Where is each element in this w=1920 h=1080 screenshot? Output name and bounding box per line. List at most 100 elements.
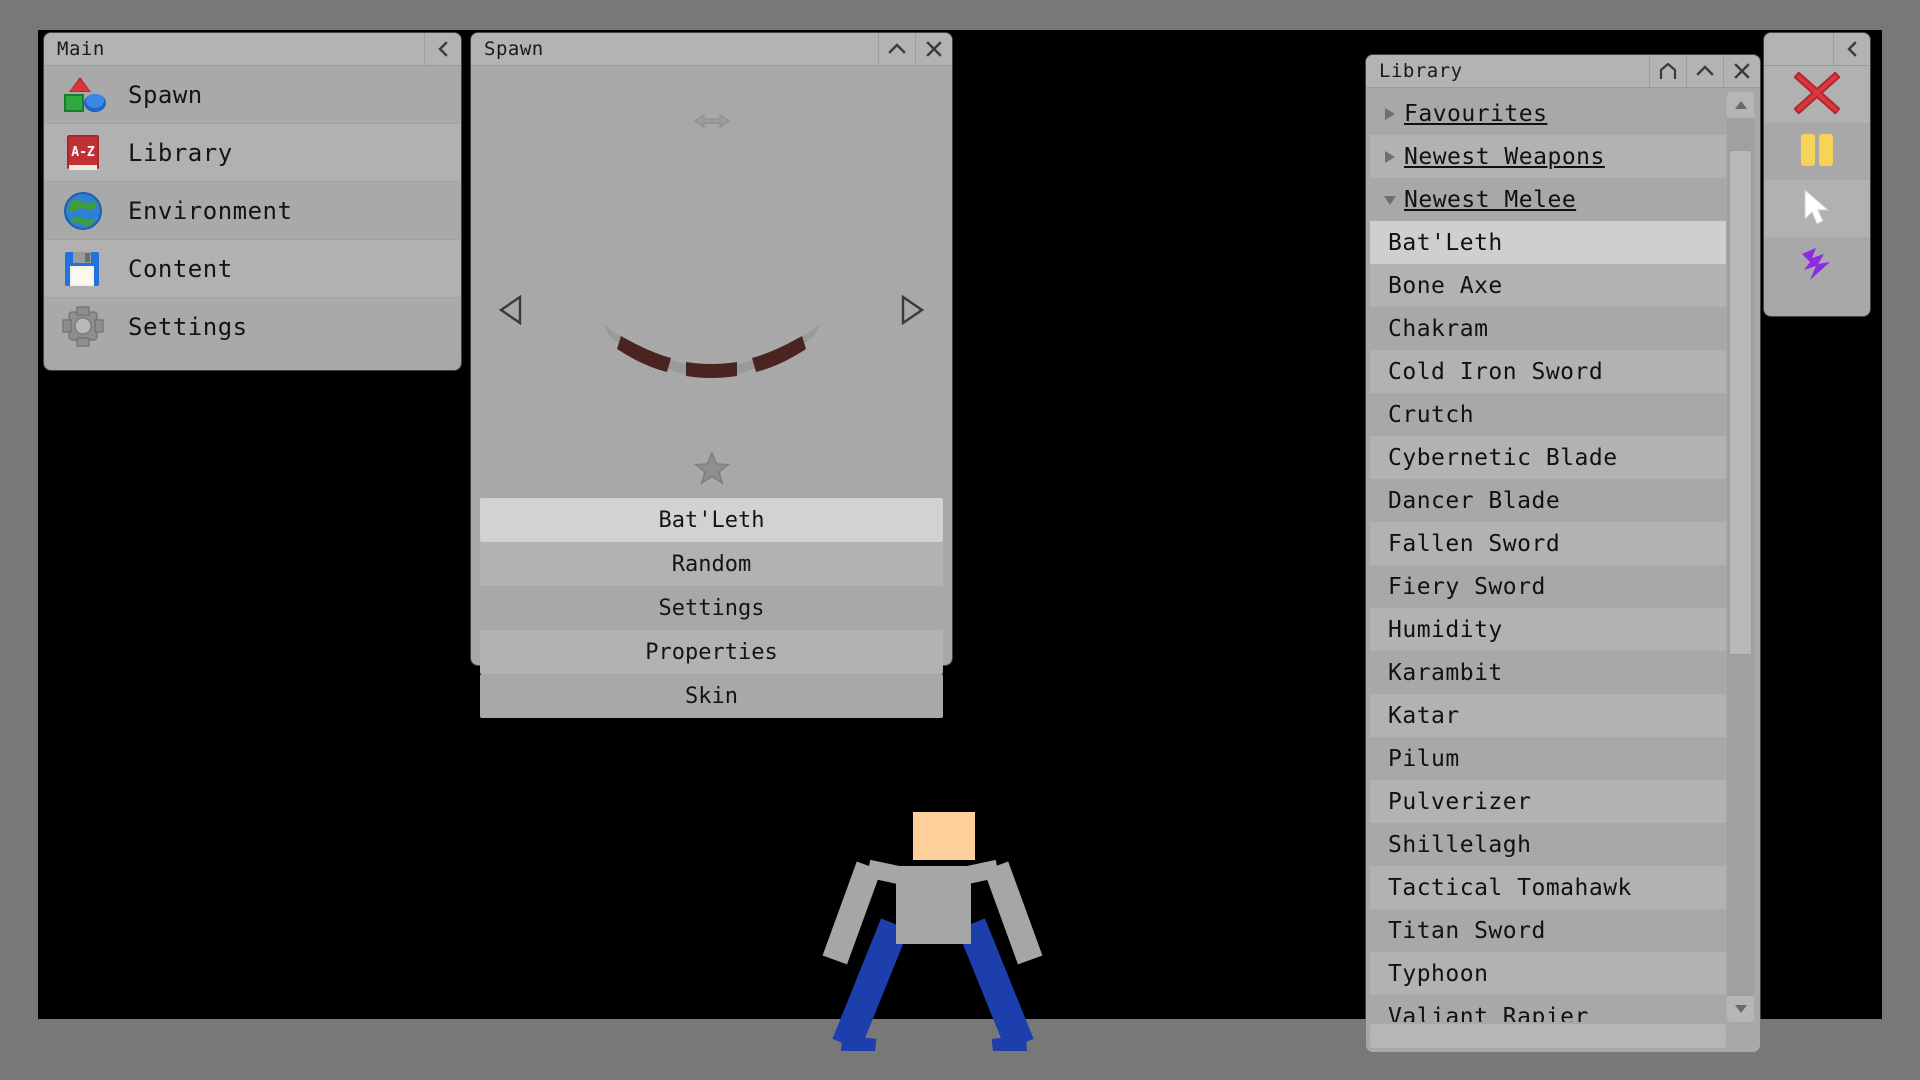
triangle-left-icon [498,294,522,326]
close-x-icon [1734,63,1750,79]
character-foot-left [837,1035,877,1051]
gear-icon [60,305,112,349]
list-item[interactable]: Fiery Sword [1370,565,1726,608]
tool-panel-title [1764,33,1833,65]
list-item[interactable]: Pilum [1370,737,1726,780]
list-item[interactable]: Valiant Rapier [1370,995,1726,1023]
spawn-button-settings[interactable]: Settings [480,586,943,630]
previous-item-button[interactable] [497,294,527,326]
list-item[interactable]: Typhoon [1370,952,1726,995]
main-collapse-button[interactable] [424,33,461,65]
book-a-z-icon: A-Z [60,131,112,175]
list-item[interactable]: Cold Iron Sword [1370,350,1726,393]
triangle-right-icon[interactable] [1376,149,1404,165]
scrollbar-thumb[interactable] [1729,150,1752,655]
home-icon [1659,62,1677,79]
library-panel-titlebar[interactable]: Library [1366,55,1760,88]
spawn-minimize-button[interactable] [878,33,915,65]
spawn-action-buttons: Bat'Leth Random Settings Properties Skin [480,498,943,718]
spawn-panel-body: Bat'Leth Random Settings Properties Skin [471,66,952,718]
spawn-button-skin[interactable]: Skin [480,674,943,718]
scrollbar-up-button[interactable] [1727,92,1754,118]
list-item[interactable]: Pulverizer [1370,780,1726,823]
list-item[interactable]: Crutch [1370,393,1726,436]
list-item[interactable]: Humidity [1370,608,1726,651]
tool-collapse-button[interactable] [1833,33,1870,65]
main-item-environment[interactable]: Environment [44,182,461,240]
spawn-panel-title: Spawn [484,38,544,60]
scrollbar-down-button[interactable] [1727,996,1754,1022]
main-item-label: Settings [128,313,248,341]
triangle-right-icon[interactable] [1376,106,1404,122]
list-item[interactable]: Bat'Leth [1370,221,1726,264]
main-item-label: Content [128,254,233,283]
spawn-button-random[interactable]: Random [480,542,943,586]
tool-button-lightning[interactable] [1764,237,1870,294]
list-item[interactable]: Bone Axe [1370,264,1726,307]
chevron-up-icon [888,43,906,54]
library-scrollbar[interactable] [1727,92,1754,1022]
character-torso [896,866,971,944]
triangle-up-icon [1734,101,1747,109]
main-item-library[interactable]: A-Z Library [44,124,461,182]
triangle-down-icon[interactable] [1376,193,1404,207]
library-list[interactable]: Favourites Newest Weapons Newest Melee B… [1370,92,1726,1022]
library-home-button[interactable] [1649,55,1686,87]
list-item[interactable]: Titan Sword [1370,909,1726,952]
horizontal-resize-arrows-icon[interactable] [685,111,739,131]
spawn-close-button[interactable] [915,33,952,65]
main-item-settings[interactable]: Settings [44,298,461,356]
list-item[interactable]: Chakram [1370,307,1726,350]
chevron-left-icon [438,41,448,57]
weapon-preview [471,216,952,426]
library-group-label: Favourites [1404,100,1548,127]
main-panel-titlebar[interactable]: Main [44,33,461,66]
favourite-star-button[interactable] [693,451,730,485]
main-panel: Main Spawn A-Z Library Environment Conte… [44,33,461,370]
triangle-right-icon [901,294,925,326]
spawn-button-selected-item[interactable]: Bat'Leth [480,498,943,542]
list-item[interactable]: Katar [1370,694,1726,737]
triangle-down-icon [1734,1005,1747,1013]
shapes-icon [60,73,112,117]
main-item-spawn[interactable]: Spawn [44,66,461,124]
tool-panel-titlebar[interactable] [1764,33,1870,66]
library-group-newest-melee[interactable]: Newest Melee [1370,178,1726,221]
library-panel-title: Library [1379,60,1463,82]
main-item-label: Spawn [128,80,203,109]
chevron-left-icon [1847,41,1857,57]
svg-text:A-Z: A-Z [71,145,95,160]
tool-button-select[interactable] [1764,180,1870,237]
list-item[interactable]: Fallen Sword [1370,522,1726,565]
main-item-label: Library [128,138,233,167]
app-root: Main Spawn A-Z Library Environment Conte… [0,0,1920,1080]
tool-panel-body [1764,66,1870,294]
spawn-panel-titlebar[interactable]: Spawn [471,33,952,66]
spawn-button-properties[interactable]: Properties [480,630,943,674]
list-item[interactable]: Dancer Blade [1370,479,1726,522]
character-foot-right [991,1035,1031,1051]
library-minimize-button[interactable] [1686,55,1723,87]
list-item[interactable]: Karambit [1370,651,1726,694]
library-group-favourites[interactable]: Favourites [1370,92,1726,135]
tool-button-pause[interactable] [1764,123,1870,180]
main-panel-title: Main [57,38,105,60]
library-group-newest-weapons[interactable]: Newest Weapons [1370,135,1726,178]
library-panel: Library Favourites Newest Weapons Newest… [1366,55,1760,1052]
main-item-content[interactable]: Content [44,240,461,298]
library-panel-body: Favourites Newest Weapons Newest Melee B… [1366,88,1760,1052]
library-close-button[interactable] [1723,55,1760,87]
character-model[interactable] [822,812,1068,1051]
yellow-pause-icon [1796,132,1838,172]
star-icon [693,451,730,485]
list-item[interactable]: Cybernetic Blade [1370,436,1726,479]
tool-button-delete[interactable] [1764,66,1870,123]
close-x-icon [926,41,942,57]
next-item-button[interactable] [896,294,926,326]
list-item[interactable]: Shillelagh [1370,823,1726,866]
library-footer-bar [1370,1024,1726,1048]
spawn-panel: Spawn Bat'Leth Random Settings Propertie… [471,33,952,718]
tool-panel [1764,33,1870,316]
list-item[interactable]: Tactical Tomahawk [1370,866,1726,909]
cursor-arrow-icon [1800,187,1834,231]
